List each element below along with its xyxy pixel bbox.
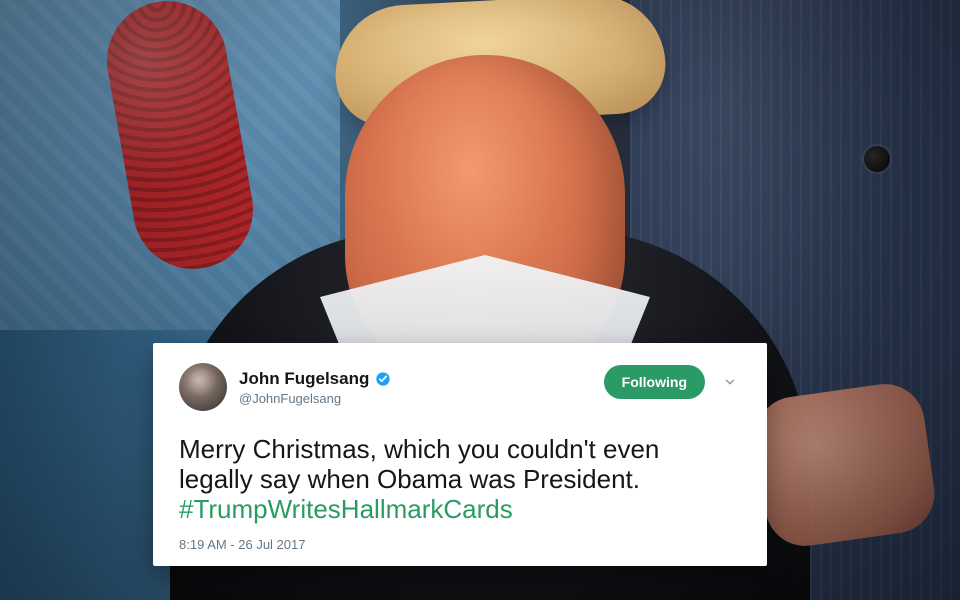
user-handle[interactable]: @JohnFugelsang xyxy=(239,391,391,406)
tweet-user[interactable]: John Fugelsang @JohnFugelsang xyxy=(179,363,391,411)
user-name-stack: John Fugelsang @JohnFugelsang xyxy=(239,369,391,406)
page: John Fugelsang @JohnFugelsang Following xyxy=(0,0,960,600)
tweet-card: John Fugelsang @JohnFugelsang Following xyxy=(153,343,767,566)
tweet-text-line-2: legally say when Obama was President. xyxy=(179,463,641,494)
verified-badge-icon xyxy=(376,371,391,386)
tweet-hashtag-link[interactable]: #TrumpWritesHallmarkCards xyxy=(179,494,741,525)
tweet-timestamp[interactable]: 8:19 AM - 26 Jul 2017 xyxy=(179,537,305,552)
background-hand xyxy=(750,378,940,552)
user-display-name[interactable]: John Fugelsang xyxy=(239,369,369,389)
user-avatar-icon[interactable] xyxy=(179,363,227,411)
following-button[interactable]: Following xyxy=(603,365,705,399)
tweet-actions: Following xyxy=(603,365,741,399)
more-options-button[interactable] xyxy=(719,371,741,393)
user-name-row: John Fugelsang xyxy=(239,369,391,389)
tweet-header: John Fugelsang @JohnFugelsang Following xyxy=(179,363,741,411)
tweet-text: Merry Christmas, which you couldn't even… xyxy=(179,434,741,525)
tweet-text-line-1: Merry Christmas, which you couldn't even xyxy=(179,434,660,464)
chevron-down-icon xyxy=(725,379,735,385)
background-suit-button xyxy=(864,146,890,172)
